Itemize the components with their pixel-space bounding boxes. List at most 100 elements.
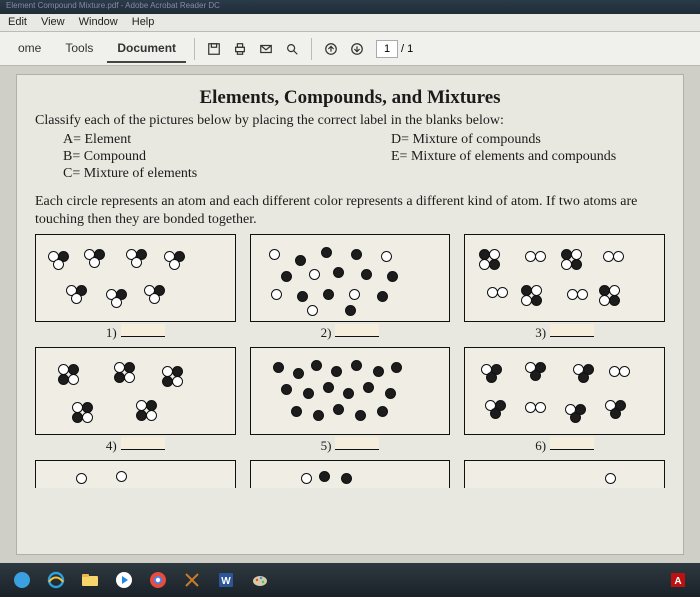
acrobat-icon[interactable]: A bbox=[666, 568, 690, 592]
page-down-icon[interactable] bbox=[346, 38, 368, 60]
toolbar-separator bbox=[194, 38, 195, 60]
atom bbox=[321, 247, 332, 258]
atom bbox=[351, 249, 362, 260]
atom bbox=[531, 295, 542, 306]
atom bbox=[363, 382, 374, 393]
page-indicator: / 1 bbox=[376, 40, 413, 58]
diagram-2 bbox=[250, 234, 451, 322]
cell-4: 4) bbox=[35, 347, 236, 454]
atom bbox=[311, 360, 322, 371]
blank-5[interactable] bbox=[335, 437, 379, 450]
atom bbox=[351, 360, 362, 371]
blank-2[interactable] bbox=[335, 324, 379, 337]
atom bbox=[571, 259, 582, 270]
doc-instruction-2: Each circle represents an atom and each … bbox=[35, 193, 665, 228]
diagram-6 bbox=[464, 347, 665, 435]
atom bbox=[355, 410, 366, 421]
atom bbox=[269, 249, 280, 260]
cell-6: 6) bbox=[464, 347, 665, 454]
atom bbox=[89, 257, 100, 268]
chrome-icon[interactable] bbox=[146, 568, 170, 592]
atom bbox=[297, 291, 308, 302]
atom bbox=[535, 402, 546, 413]
legend-left: A= Element B= Compound C= Mixture of ele… bbox=[35, 131, 337, 183]
atom bbox=[71, 293, 82, 304]
mail-icon[interactable] bbox=[255, 38, 277, 60]
atom bbox=[293, 368, 304, 379]
atom bbox=[619, 366, 630, 377]
atom bbox=[605, 473, 616, 484]
doc-title: Elements, Compounds, and Mixtures bbox=[35, 87, 665, 109]
atom bbox=[361, 269, 372, 280]
ie-icon[interactable] bbox=[44, 568, 68, 592]
answer-4: 4) bbox=[106, 437, 165, 454]
start-icon[interactable] bbox=[10, 568, 34, 592]
menu-edit[interactable]: Edit bbox=[8, 16, 27, 29]
cell-2: 2) bbox=[250, 234, 451, 341]
atom bbox=[349, 289, 360, 300]
diagram-grid: 1) 2) 3) 4) 5) 6) bbox=[35, 234, 665, 488]
atom bbox=[82, 412, 93, 423]
atom bbox=[303, 388, 314, 399]
answer-2: 2) bbox=[321, 324, 380, 341]
atom bbox=[124, 372, 135, 383]
atom bbox=[309, 269, 320, 280]
atom bbox=[76, 473, 87, 484]
print-icon[interactable] bbox=[229, 38, 251, 60]
toolbar-separator bbox=[311, 38, 312, 60]
word-icon[interactable]: W bbox=[214, 568, 238, 592]
cell-8 bbox=[250, 460, 451, 488]
atom bbox=[343, 388, 354, 399]
snip-icon[interactable] bbox=[180, 568, 204, 592]
atom bbox=[490, 408, 501, 419]
atom bbox=[333, 267, 344, 278]
legend-c: C= Mixture of elements bbox=[35, 166, 337, 182]
atom bbox=[111, 297, 122, 308]
atom bbox=[281, 271, 292, 282]
atom bbox=[609, 295, 620, 306]
tab-tools[interactable]: Tools bbox=[55, 35, 103, 63]
atom bbox=[387, 271, 398, 282]
search-icon[interactable] bbox=[281, 38, 303, 60]
atom bbox=[341, 473, 352, 484]
save-icon[interactable] bbox=[203, 38, 225, 60]
diagram-5 bbox=[250, 347, 451, 435]
blank-3[interactable] bbox=[550, 324, 594, 337]
answer-6: 6) bbox=[535, 437, 594, 454]
atom bbox=[497, 287, 508, 298]
atom bbox=[301, 473, 312, 484]
atom bbox=[331, 366, 342, 377]
window-title: Element Compound Mixture.pdf - Adobe Acr… bbox=[6, 1, 220, 10]
blank-6[interactable] bbox=[550, 437, 594, 450]
pdf-page: Elements, Compounds, and Mixtures Classi… bbox=[16, 74, 684, 555]
atom bbox=[577, 289, 588, 300]
menu-help[interactable]: Help bbox=[132, 16, 155, 29]
diagram-8 bbox=[250, 460, 451, 488]
atom bbox=[273, 362, 284, 373]
atom bbox=[373, 366, 384, 377]
legend: A= Element B= Compound C= Mixture of ele… bbox=[35, 131, 665, 183]
diagram-9 bbox=[464, 460, 665, 488]
tab-home[interactable]: ome bbox=[8, 35, 51, 63]
svg-text:W: W bbox=[221, 576, 231, 587]
blank-1[interactable] bbox=[121, 324, 165, 337]
atom bbox=[333, 404, 344, 415]
blank-4[interactable] bbox=[121, 437, 165, 450]
app-toolbar: ome Tools Document / 1 bbox=[0, 32, 700, 66]
page-up-icon[interactable] bbox=[320, 38, 342, 60]
media-icon[interactable] bbox=[112, 568, 136, 592]
diagram-4 bbox=[35, 347, 236, 435]
diagram-7 bbox=[35, 460, 236, 488]
atom bbox=[53, 259, 64, 270]
cell-1: 1) bbox=[35, 234, 236, 341]
tab-document[interactable]: Document bbox=[107, 35, 186, 63]
svg-text:A: A bbox=[674, 576, 681, 587]
menu-view[interactable]: View bbox=[41, 16, 65, 29]
atom bbox=[489, 259, 500, 270]
paint-icon[interactable] bbox=[248, 568, 272, 592]
menu-window[interactable]: Window bbox=[79, 16, 118, 29]
atom bbox=[131, 257, 142, 268]
explorer-icon[interactable] bbox=[78, 568, 102, 592]
atom bbox=[319, 471, 330, 482]
page-current-input[interactable] bbox=[376, 40, 398, 58]
